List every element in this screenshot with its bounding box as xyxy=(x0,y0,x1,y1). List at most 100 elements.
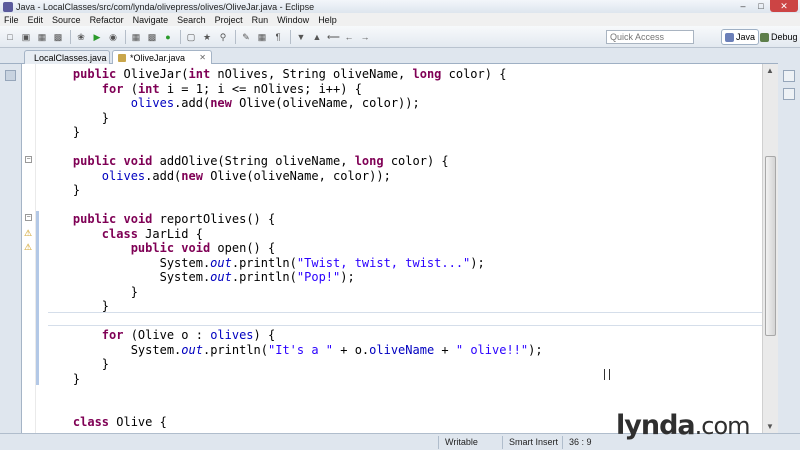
maximize-button[interactable]: □ xyxy=(752,0,770,12)
close-tab-icon[interactable]: ✕ xyxy=(199,53,206,62)
quick-access-input[interactable] xyxy=(607,31,693,43)
warning-icon[interactable]: ⚠ xyxy=(24,242,34,252)
previous-annotation-icon[interactable]: ▲ xyxy=(311,31,323,43)
toolbar-separator xyxy=(70,29,71,44)
new-java-project-icon[interactable]: ▦ xyxy=(130,31,142,43)
status-writable: Writable xyxy=(438,436,502,449)
tab-olivejar[interactable]: *OliveJar.java ✕ xyxy=(112,50,212,64)
java-file-icon xyxy=(118,53,126,62)
code-line: System.out.println("Pop!"); xyxy=(44,270,355,284)
code-editor[interactable]: − − ⚠ ⚠ public OliveJar(int nOlives, Str… xyxy=(22,64,778,433)
code-line: olives.add(new Olive(oliveName, color)); xyxy=(101,168,391,183)
open-task-icon[interactable]: ★ xyxy=(201,31,213,43)
code-line: for (Olive o : olives) { xyxy=(101,328,276,342)
menu-project[interactable]: Project xyxy=(215,15,243,25)
code-line: class Olive { xyxy=(72,415,167,429)
new-package-icon[interactable]: ▩ xyxy=(146,31,158,43)
code-line: class JarLid { xyxy=(101,226,203,241)
warning-icon[interactable]: ⚠ xyxy=(24,228,34,238)
show-whitespace-icon[interactable]: ¶ xyxy=(272,31,284,43)
java-perspective-button[interactable]: Java xyxy=(721,29,760,45)
toolbar-separator xyxy=(180,29,181,44)
open-type-icon[interactable]: ▢ xyxy=(185,31,197,43)
tab-localclasses[interactable]: LocalClasses.java xyxy=(24,50,110,64)
scroll-up-icon[interactable]: ▲ xyxy=(766,66,774,75)
debug-perspective-label: Debug xyxy=(771,32,798,42)
scroll-down-icon[interactable]: ▼ xyxy=(766,422,774,431)
next-annotation-icon[interactable]: ▼ xyxy=(295,31,307,43)
source-code: public OliveJar(int nOlives, String oliv… xyxy=(44,67,543,430)
fold-toggle-icon[interactable]: − xyxy=(25,214,32,221)
code-line: } xyxy=(44,357,110,371)
menu-file[interactable]: File xyxy=(4,15,19,25)
editor-tab-bar: LocalClasses.java *OliveJar.java ✕ xyxy=(0,48,800,64)
close-button[interactable]: ✕ xyxy=(770,0,798,12)
code-line: public void open() { xyxy=(130,241,276,255)
minimized-package-explorer xyxy=(0,48,22,433)
code-line: } xyxy=(44,183,81,197)
restore-view-icon[interactable] xyxy=(5,70,16,81)
quick-access-box[interactable] xyxy=(606,30,694,44)
menu-source[interactable]: Source xyxy=(52,15,81,25)
external-tools-icon[interactable]: ◉ xyxy=(107,31,119,43)
menu-refactor[interactable]: Refactor xyxy=(90,15,124,25)
run-icon[interactable]: ▶ xyxy=(91,31,103,43)
lynda-watermark-logo: lynda.com xyxy=(616,410,751,441)
code-line: olives.add(new Olive(oliveName, color)); xyxy=(130,96,420,110)
java-perspective-label: Java xyxy=(736,32,756,42)
code-line: } xyxy=(44,284,138,299)
code-line: public void reportOlives() { xyxy=(72,212,276,226)
title-bar: Java - LocalClasses/src/com/lynda/olivep… xyxy=(0,0,800,13)
last-edit-location-icon[interactable]: ⟵ xyxy=(327,31,340,43)
window-controls: – □ ✕ xyxy=(734,0,798,12)
menu-window[interactable]: Window xyxy=(277,15,309,25)
status-insert-mode: Smart Insert xyxy=(502,436,562,449)
fold-toggle-icon[interactable]: − xyxy=(25,156,32,163)
toggle-block-selection-icon[interactable]: ▦ xyxy=(256,31,268,43)
java-perspective-icon xyxy=(725,32,734,42)
menu-search[interactable]: Search xyxy=(177,15,206,25)
menu-edit[interactable]: Edit xyxy=(28,15,44,25)
status-cursor-position: 36 : 9 xyxy=(562,436,622,449)
change-indicator xyxy=(36,211,39,385)
back-icon[interactable]: ← xyxy=(343,31,355,43)
task-list-icon[interactable] xyxy=(783,88,795,100)
forward-icon[interactable]: → xyxy=(359,31,371,43)
menu-help[interactable]: Help xyxy=(318,15,337,25)
text-cursor-icon xyxy=(604,369,610,380)
debug-icon[interactable]: ❀ xyxy=(75,31,87,43)
search-icon[interactable]: ⚲ xyxy=(217,31,229,43)
toolbar-separator xyxy=(290,29,291,44)
debug-perspective-button[interactable]: Debug xyxy=(757,29,800,45)
code-line: for (int i = 1; i <= nOlives; i++) { xyxy=(101,81,362,96)
new-class-icon[interactable]: ● xyxy=(162,31,174,43)
restore-outline-icon[interactable] xyxy=(783,70,795,82)
toggle-mark-occurrences-icon[interactable]: ✎ xyxy=(240,31,252,43)
print-icon[interactable]: ▩ xyxy=(52,31,64,43)
eclipse-icon xyxy=(3,1,13,12)
tab-label: *OliveJar.java xyxy=(130,52,186,63)
code-line-current xyxy=(44,314,543,329)
scroll-thumb[interactable] xyxy=(765,156,776,336)
code-line: } xyxy=(44,371,81,386)
save-all-icon[interactable]: ▦ xyxy=(36,31,48,43)
editor-vertical-scrollbar[interactable]: ▲ ▼ xyxy=(762,64,778,433)
menu-navigate[interactable]: Navigate xyxy=(133,15,169,25)
code-line: } xyxy=(44,125,81,139)
menu-bar: File Edit Source Refactor Navigate Searc… xyxy=(0,13,800,26)
menu-run[interactable]: Run xyxy=(252,15,269,25)
code-line: System.out.println("It's a " + o.oliveNa… xyxy=(44,342,543,357)
annotation-ruler: − − ⚠ ⚠ xyxy=(22,64,36,433)
save-icon[interactable]: ▣ xyxy=(20,31,32,43)
bug-icon xyxy=(760,32,769,42)
code-line: public void addOlive(String oliveName, l… xyxy=(72,154,449,168)
minimize-button[interactable]: – xyxy=(734,0,752,12)
window-title: Java - LocalClasses/src/com/lynda/olivep… xyxy=(16,1,315,12)
minimized-outline-pane xyxy=(778,48,800,433)
new-icon[interactable]: □ xyxy=(4,31,16,43)
toolbar-separator xyxy=(235,29,236,44)
